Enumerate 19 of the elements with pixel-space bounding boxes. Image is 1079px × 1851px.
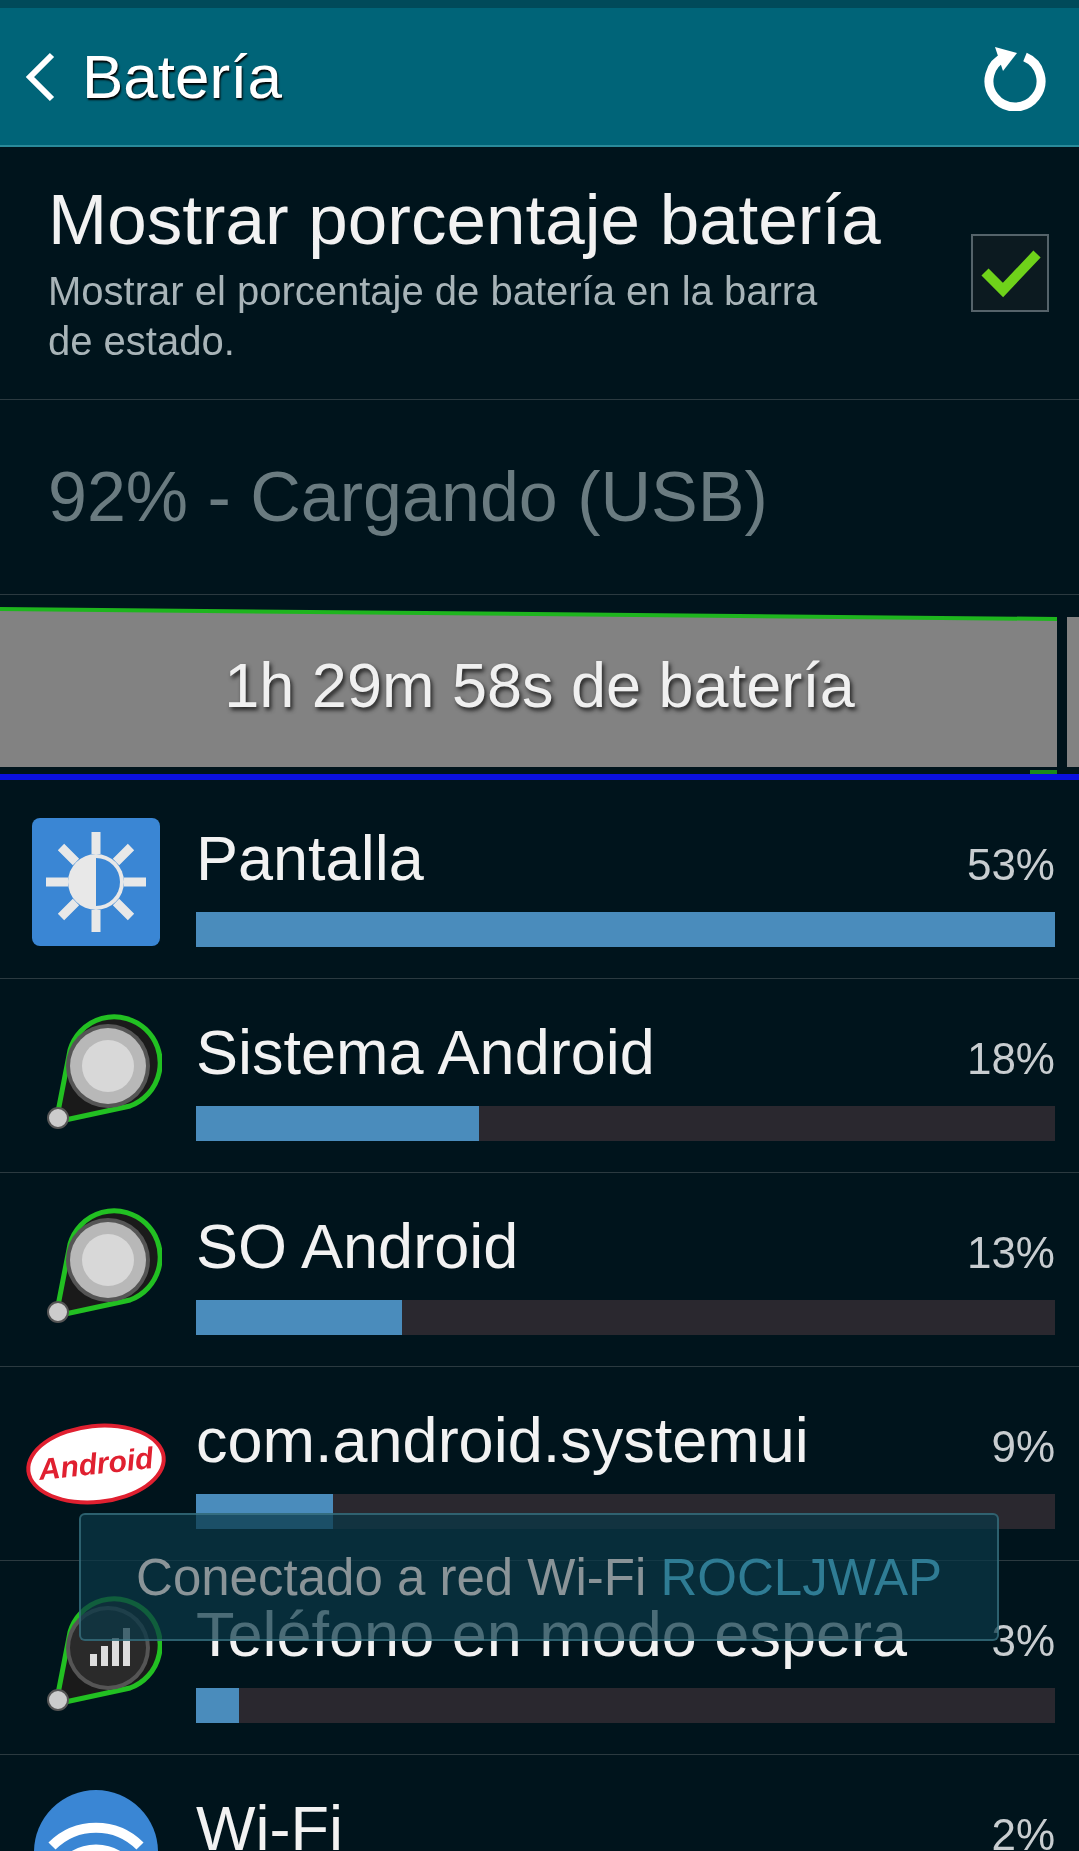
back-button[interactable]: Batería xyxy=(24,41,282,112)
usage-percent: 9% xyxy=(991,1422,1055,1472)
setting-summary: Mostrar el porcentaje de batería en la barra de estado. xyxy=(48,268,819,365)
usage-percent: 18% xyxy=(966,1034,1055,1084)
back-icon xyxy=(24,50,56,103)
app-name: SO Android xyxy=(196,1210,520,1282)
usage-percent: 53% xyxy=(966,840,1055,890)
battery-duration: 1h 29m 58s de batería xyxy=(223,649,856,721)
usage-percent: 3% xyxy=(991,1616,1055,1666)
app-name: com.android.systemui xyxy=(196,1404,810,1476)
app-name: Pantalla xyxy=(196,822,425,894)
usage-percent: 2% xyxy=(991,1810,1055,1851)
brightness-icon xyxy=(30,815,162,948)
app-name: Sistema Android xyxy=(196,1016,656,1088)
battery-status: 92% - Cargando (USB) xyxy=(48,457,768,537)
app-name: Wi-Fi xyxy=(196,1792,344,1851)
setting-title: Mostrar porcentaje batería xyxy=(48,180,882,260)
checkbox[interactable] xyxy=(971,234,1049,312)
usage-percent: 13% xyxy=(966,1228,1055,1278)
